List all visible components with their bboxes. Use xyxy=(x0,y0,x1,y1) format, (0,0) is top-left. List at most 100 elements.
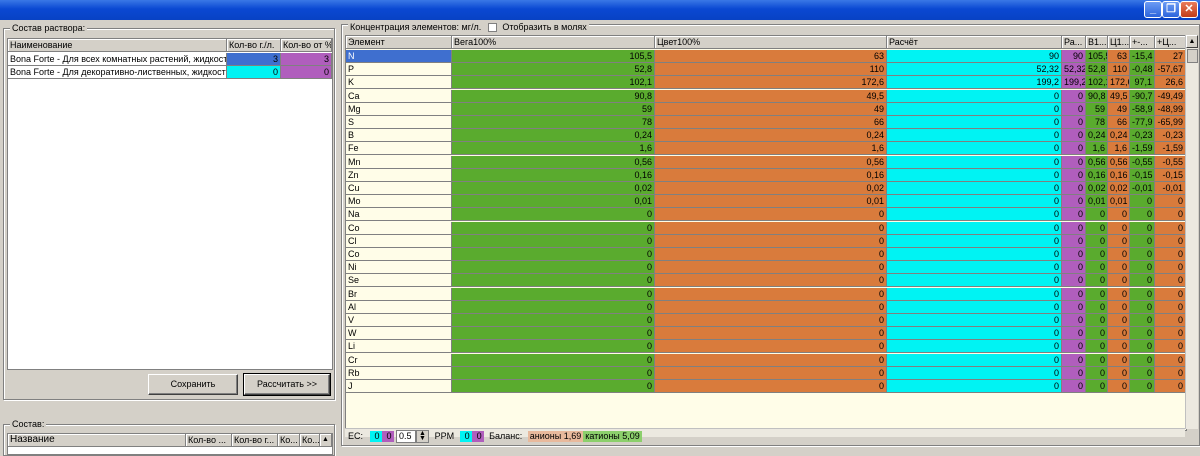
cell-plus-c[interactable]: -0,01 xyxy=(1155,182,1186,195)
cell-vega[interactable]: 78 xyxy=(452,116,655,129)
cell-c1[interactable]: 110 xyxy=(1108,63,1130,77)
cell-c1[interactable]: 0 xyxy=(1108,300,1130,314)
cell-vega[interactable]: 0 xyxy=(452,234,655,248)
col-header-comp-qty1[interactable]: Кол-во ... xyxy=(186,434,232,447)
cell-ra[interactable]: 199,2 xyxy=(1062,76,1086,90)
col-header-qty[interactable]: Кол-во г./л. xyxy=(227,39,281,52)
cell-plusminus[interactable]: -0,48 xyxy=(1130,63,1155,77)
cell-element[interactable]: Se xyxy=(346,274,452,288)
cell-c1[interactable]: 0,24 xyxy=(1108,129,1130,143)
col-header-pm[interactable]: +-... xyxy=(1130,36,1155,49)
cell-ra[interactable]: 0 xyxy=(1062,300,1086,314)
cell-plusminus[interactable]: 0 xyxy=(1130,261,1155,275)
cell-cvet[interactable]: 0 xyxy=(655,327,887,341)
cell-c1[interactable]: 0 xyxy=(1108,353,1130,367)
cell-cvet[interactable]: 0,24 xyxy=(655,129,887,143)
cell-cvet[interactable]: 63 xyxy=(655,50,887,63)
cell-calc[interactable]: 0 xyxy=(887,340,1062,354)
cell-ra[interactable]: 0 xyxy=(1062,327,1086,341)
cell-vega[interactable]: 0,24 xyxy=(452,129,655,143)
cell-ra[interactable]: 0 xyxy=(1062,340,1086,354)
cell-c1[interactable]: 0 xyxy=(1108,261,1130,275)
cell-calc[interactable]: 0 xyxy=(887,248,1062,261)
cell-calc[interactable]: 0 xyxy=(887,353,1062,367)
cell-vega[interactable]: 0 xyxy=(452,261,655,275)
cell-b1[interactable]: 0 xyxy=(1086,380,1108,393)
cell-b1[interactable]: 52,8 xyxy=(1086,63,1108,77)
cell-element[interactable]: Ni xyxy=(346,261,452,275)
cell-element[interactable]: Li xyxy=(346,340,452,354)
cell-element[interactable]: Mg xyxy=(346,102,452,116)
cell-plusminus[interactable]: 0 xyxy=(1130,208,1155,222)
cell-c1[interactable]: 0 xyxy=(1108,234,1130,248)
cell-plus-c[interactable]: -0,15 xyxy=(1155,168,1186,182)
cell-element[interactable]: V xyxy=(346,314,452,327)
cell-element[interactable]: Cl xyxy=(346,234,452,248)
cell-b1[interactable]: 0,56 xyxy=(1086,155,1108,169)
cell-c1[interactable]: 0,02 xyxy=(1108,182,1130,195)
cell-plusminus[interactable]: 0 xyxy=(1130,221,1155,235)
cell-vega[interactable]: 0 xyxy=(452,248,655,261)
col-header-b1[interactable]: В1... xyxy=(1086,36,1108,49)
vertical-scrollbar[interactable]: ▲ xyxy=(1185,35,1198,429)
cell-plus-c[interactable]: 0 xyxy=(1155,314,1186,327)
col-header-cvet[interactable]: Цвет100% xyxy=(655,36,887,49)
cell-plus-c[interactable]: -0,23 xyxy=(1155,129,1186,143)
cell-calc[interactable]: 0 xyxy=(887,89,1062,103)
calculate-button[interactable]: Рассчитать >> xyxy=(243,373,331,396)
cell-plusminus[interactable]: -1,59 xyxy=(1130,142,1155,156)
cell-b1[interactable]: 0 xyxy=(1086,353,1108,367)
cell-ra[interactable]: 0 xyxy=(1062,248,1086,261)
cell-plus-c[interactable]: 0 xyxy=(1155,248,1186,261)
cell-b1[interactable]: 1,6 xyxy=(1086,142,1108,156)
cell-c1[interactable]: 66 xyxy=(1108,116,1130,129)
cell-element[interactable]: Cu xyxy=(346,182,452,195)
solution-row-name[interactable]: Bona Forte - Для декоративно-лиственных,… xyxy=(8,66,227,79)
cell-calc[interactable]: 199,2 xyxy=(887,76,1062,90)
cell-element[interactable]: J xyxy=(346,380,452,393)
cell-c1[interactable]: 0,56 xyxy=(1108,155,1130,169)
cell-c1[interactable]: 0 xyxy=(1108,340,1130,354)
cell-ra[interactable]: 90 xyxy=(1062,50,1086,63)
cell-c1[interactable]: 0,16 xyxy=(1108,168,1130,182)
cell-plus-c[interactable]: -57,67 xyxy=(1155,63,1186,77)
cell-vega[interactable]: 0 xyxy=(452,353,655,367)
cell-calc[interactable]: 0 xyxy=(887,208,1062,222)
cell-plus-c[interactable]: -0,55 xyxy=(1155,155,1186,169)
cell-element[interactable]: Na xyxy=(346,208,452,222)
cell-b1[interactable]: 0 xyxy=(1086,274,1108,288)
cell-vega[interactable]: 0 xyxy=(452,340,655,354)
cell-ra[interactable]: 0 xyxy=(1062,208,1086,222)
cell-b1[interactable]: 102,1 xyxy=(1086,76,1108,90)
cell-calc[interactable]: 0 xyxy=(887,234,1062,248)
cell-b1[interactable]: 78 xyxy=(1086,116,1108,129)
col-header-comp-name[interactable]: Название xyxy=(8,434,186,447)
cell-b1[interactable]: 59 xyxy=(1086,102,1108,116)
cell-b1[interactable]: 0 xyxy=(1086,340,1108,354)
cell-element[interactable]: Co xyxy=(346,248,452,261)
cell-plus-c[interactable]: 0 xyxy=(1155,274,1186,288)
cell-b1[interactable]: 0 xyxy=(1086,287,1108,301)
cell-ra[interactable]: 0 xyxy=(1062,102,1086,116)
cell-ra[interactable]: 52,32 xyxy=(1062,63,1086,77)
cell-plusminus[interactable]: -77,9 xyxy=(1130,116,1155,129)
col-header-calc[interactable]: Расчёт xyxy=(887,36,1062,49)
cell-vega[interactable]: 0 xyxy=(452,221,655,235)
cell-vega[interactable]: 90,8 xyxy=(452,89,655,103)
col-header-pct[interactable]: Кол-во от % xyxy=(281,39,332,52)
cell-cvet[interactable]: 0,02 xyxy=(655,182,887,195)
cell-ra[interactable]: 0 xyxy=(1062,116,1086,129)
cell-calc[interactable]: 90 xyxy=(887,50,1062,63)
cell-plusminus[interactable]: 0 xyxy=(1130,300,1155,314)
cell-vega[interactable]: 0 xyxy=(452,287,655,301)
cell-cvet[interactable]: 0,56 xyxy=(655,155,887,169)
cell-plusminus[interactable]: 0 xyxy=(1130,353,1155,367)
cell-plus-c[interactable]: 0 xyxy=(1155,353,1186,367)
cell-ra[interactable]: 0 xyxy=(1062,314,1086,327)
cell-c1[interactable]: 49 xyxy=(1108,102,1130,116)
cell-plus-c[interactable]: 0 xyxy=(1155,234,1186,248)
cell-calc[interactable]: 0 xyxy=(887,287,1062,301)
cell-element[interactable]: W xyxy=(346,327,452,341)
cell-c1[interactable]: 1,6 xyxy=(1108,142,1130,156)
cell-plusminus[interactable]: 0 xyxy=(1130,248,1155,261)
